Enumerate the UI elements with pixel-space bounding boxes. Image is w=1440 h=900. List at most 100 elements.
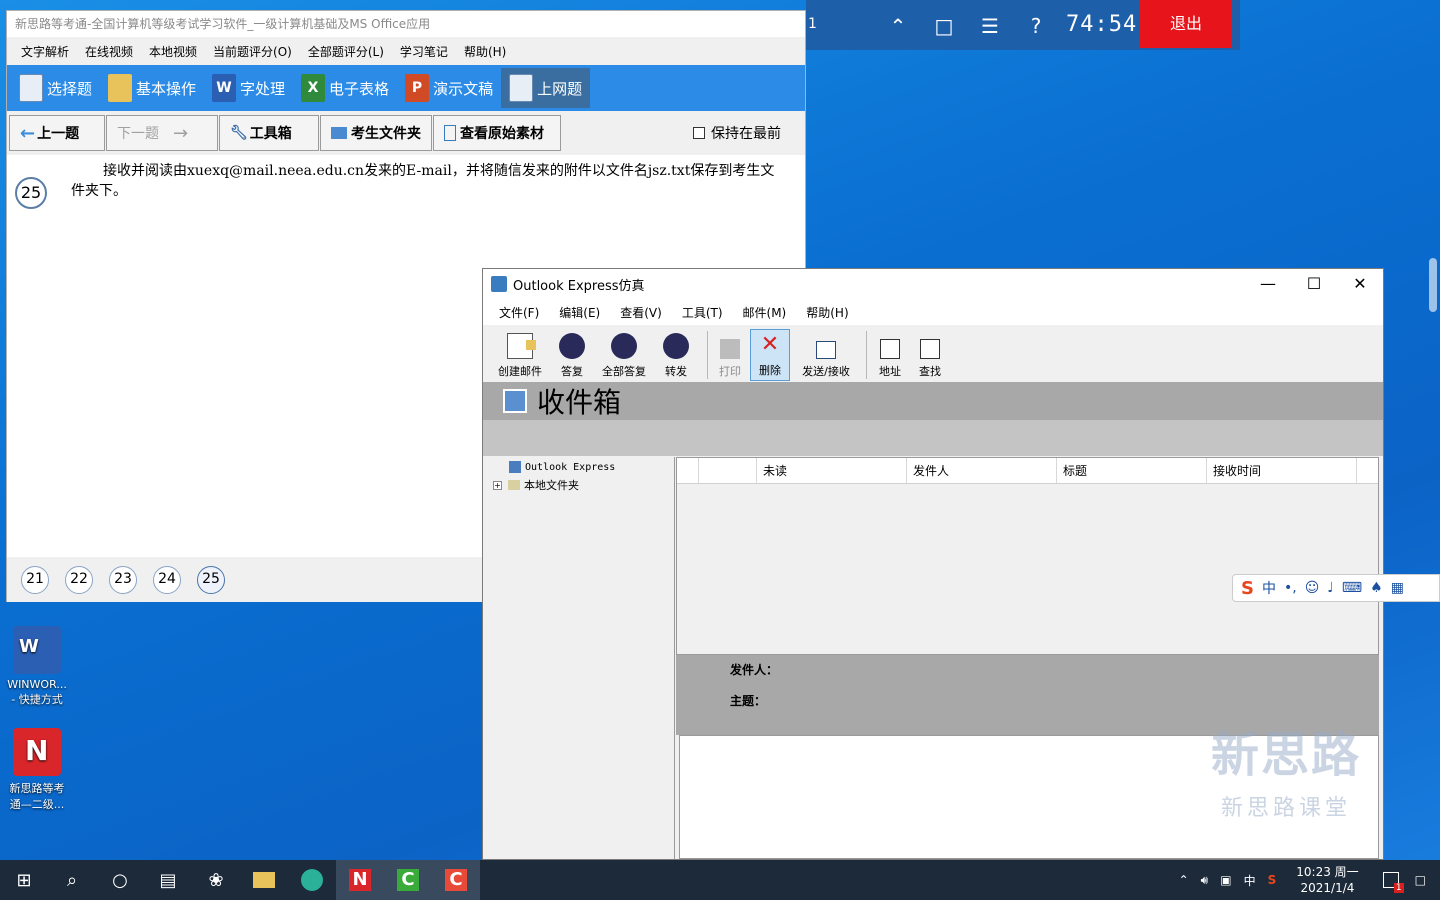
desktop-icon-sublabel: 通—二级... (9, 798, 65, 811)
menu-tools[interactable]: 工具(T) (682, 304, 723, 321)
menu-help[interactable]: 帮助(H) (464, 43, 506, 60)
menu-score-current[interactable]: 当前题评分(O) (213, 43, 292, 60)
chevron-up-icon[interactable]: ⌃ (1179, 873, 1189, 887)
folder-local[interactable]: + 本地文件夹 (493, 477, 579, 493)
folder-outlook-express[interactable]: Outlook Express (509, 461, 615, 473)
column-received-time[interactable]: 接收时间 (1207, 458, 1357, 483)
sogou-tray-icon[interactable]: S (1268, 873, 1277, 887)
grid-icon[interactable]: ▦ (1391, 580, 1404, 596)
expand-plus-icon[interactable]: + (493, 480, 502, 490)
student-folder-button[interactable]: 考生文件夹 (320, 115, 432, 151)
clock-time: 10:23 周一 (1296, 865, 1359, 879)
punctuation-icon[interactable]: •, (1284, 580, 1297, 596)
next-question-button[interactable]: 下一题 → (106, 115, 218, 151)
ime-language[interactable]: 中 (1262, 578, 1276, 598)
start-windows-icon[interactable]: ⊞ (0, 860, 48, 900)
question-nav-21[interactable]: 21 (21, 565, 49, 594)
network-icon[interactable]: ▣ (1220, 873, 1231, 887)
skin-icon[interactable]: ♠ (1370, 580, 1383, 596)
column-unread[interactable]: 未读 (757, 458, 907, 483)
xinsilu-n-icon[interactable]: N (336, 860, 384, 900)
desktop-icon-winword[interactable]: W WINWOR... - 快捷方式 (2, 626, 72, 707)
column-blank[interactable] (699, 458, 757, 483)
exam-toolbar: ← 上一题 下一题 → 🔧︎ 工具箱 考生文件夹 查看原始素材 保持在最前 (7, 111, 805, 155)
column-sender[interactable]: 发件人 (907, 458, 1057, 483)
reply-all-button[interactable]: 全部答复 (599, 329, 649, 381)
desktop-icon-label: WINWOR... (7, 678, 67, 691)
search-icon[interactable]: ⌕ (48, 860, 96, 900)
forward-button[interactable]: 转发 (651, 329, 701, 381)
forward-label: 转发 (665, 365, 687, 378)
action-center-icon[interactable]: □ (1415, 873, 1426, 887)
camtasia-green-icon[interactable]: C (384, 860, 432, 900)
menu-edit[interactable]: 编辑(E) (559, 304, 600, 321)
volume-icon[interactable]: 🔊︎ (1201, 873, 1209, 888)
tab-basic-ops[interactable]: 基本操作 (100, 68, 204, 108)
send-receive-button[interactable]: 发送/接收 (792, 329, 860, 381)
tray-ime[interactable]: 中 (1244, 872, 1256, 889)
sogou-s-icon[interactable]: S (1241, 578, 1254, 599)
menu-view[interactable]: 查看(V) (620, 304, 662, 321)
keyboard-icon[interactable]: ⌨ (1342, 580, 1362, 596)
cortana-circle-icon[interactable]: ○ (96, 860, 144, 900)
tab-internet[interactable]: 上网题 (501, 68, 591, 108)
arrow-left-icon: ← (20, 122, 36, 144)
help-button[interactable]: ? (1022, 12, 1050, 40)
folder-label: Outlook Express (525, 461, 616, 473)
exit-button[interactable]: 退出 (1140, 0, 1232, 48)
document-icon (509, 74, 534, 102)
emoji-icon[interactable]: ☺ (1305, 580, 1320, 596)
question-nav-23[interactable]: 23 (109, 565, 137, 594)
question-nav-22[interactable]: 22 (65, 565, 93, 594)
question-nav-24[interactable]: 24 (153, 565, 181, 594)
folder-tree: Outlook Express + 本地文件夹 (485, 457, 675, 859)
tab-word[interactable]: W 字处理 (204, 68, 293, 108)
checklist-icon[interactable]: ☰ (976, 12, 1004, 40)
address-book-button[interactable]: 地址 (871, 329, 909, 381)
find-button[interactable]: 查找 (911, 329, 949, 381)
menu-study-notes[interactable]: 学习笔记 (400, 43, 448, 60)
menu-local-video[interactable]: 本地视频 (149, 43, 197, 60)
minimize-icon[interactable]: — (1245, 269, 1291, 299)
close-icon[interactable]: ✕ (1337, 269, 1383, 299)
edge-browser-icon[interactable] (288, 860, 336, 900)
column-subject[interactable]: 标题 (1057, 458, 1207, 483)
delete-button[interactable]: ✕ 删除 (750, 329, 790, 381)
notification-badge-icon[interactable]: 1 (1382, 872, 1404, 893)
question-text: 接收并阅读由xuexq@mail.neea.edu.cn发来的E-mail，并将… (71, 163, 775, 199)
column-icon[interactable] (677, 458, 699, 483)
microphone-icon[interactable]: ♩ (1327, 580, 1334, 596)
menu-online-video[interactable]: 在线视频 (85, 43, 133, 60)
view-material-label: 查看原始素材 (460, 126, 544, 142)
menu-text-analysis[interactable]: 文字解析 (21, 43, 69, 60)
clock[interactable]: 10:23 周一 2021/1/4 (1296, 864, 1358, 896)
collapse-up-icon[interactable]: ⌃ (884, 12, 912, 40)
menu-file[interactable]: 文件(F) (499, 304, 539, 321)
window-icon[interactable]: □ (930, 12, 958, 40)
scroll-handle[interactable] (1429, 258, 1437, 312)
tab-choice[interactable]: 选择题 (11, 68, 100, 108)
question-nav-25[interactable]: 25 (197, 565, 225, 594)
delete-x-icon: ✕ (760, 332, 780, 357)
printer-icon (720, 339, 740, 359)
reply-button[interactable]: 答复 (547, 329, 597, 381)
maximize-icon[interactable]: ☐ (1291, 269, 1337, 299)
menu-mail[interactable]: 邮件(M) (743, 304, 787, 321)
recorder-red-icon[interactable]: C (432, 860, 480, 900)
tab-powerpoint[interactable]: P 演示文稿 (397, 68, 501, 108)
menu-help[interactable]: 帮助(H) (806, 304, 848, 321)
menu-score-all[interactable]: 全部题评分(L) (308, 43, 384, 60)
create-mail-button[interactable]: 创建邮件 (495, 329, 545, 381)
prev-question-button[interactable]: ← 上一题 (9, 115, 105, 151)
file-explorer-icon[interactable] (240, 860, 288, 900)
pinwheel-app-icon[interactable]: ❀ (192, 860, 240, 900)
ime-toolbar: S 中 •, ☺ ♩ ⌨ ♠ ▦ (1232, 574, 1440, 602)
toolbox-button[interactable]: 🔧︎ 工具箱 (219, 115, 319, 151)
tab-excel[interactable]: X 电子表格 (293, 68, 397, 108)
desktop-icon-xinsilu[interactable]: N 新思路等考 通—二级... (2, 728, 72, 812)
inbox-header: 收件箱 (483, 382, 1383, 420)
task-view-icon[interactable]: ▤ (144, 860, 192, 900)
keep-front-checkbox[interactable]: 保持在最前 (693, 123, 781, 143)
view-material-button[interactable]: 查看原始素材 (433, 115, 561, 151)
print-button[interactable]: 打印 (712, 329, 748, 381)
